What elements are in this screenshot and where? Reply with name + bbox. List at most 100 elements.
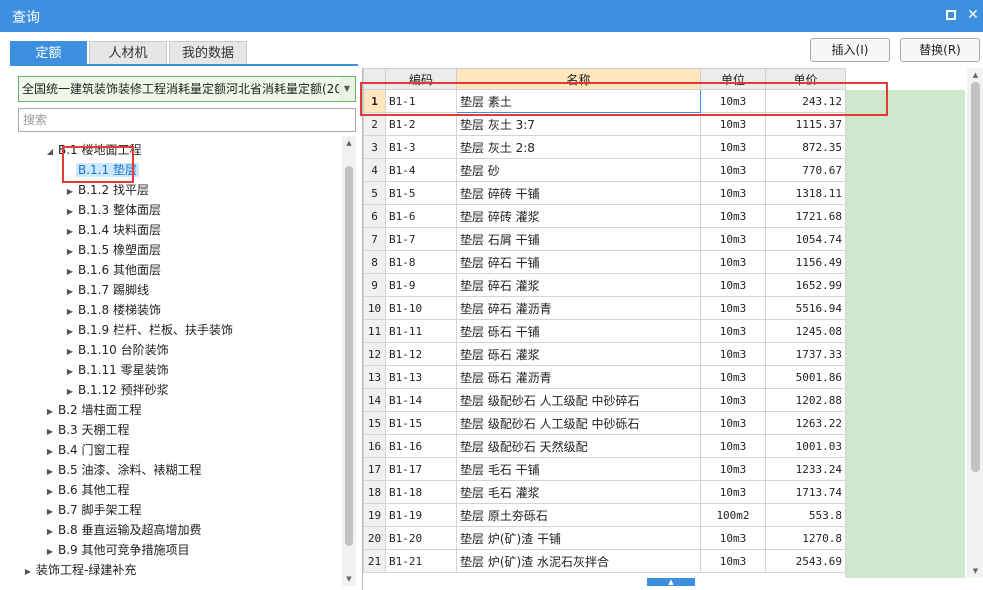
cell-name[interactable]: 垫层 碎砖 干铺 (456, 181, 701, 205)
cell-unit[interactable]: 10m3 (700, 388, 766, 412)
expand-arrow-icon[interactable]: ▶ (64, 342, 76, 362)
cell-code[interactable]: B1-14 (385, 388, 457, 412)
cell-price[interactable]: 872.35 (765, 135, 846, 159)
table-row[interactable]: 8 B1-8 垫层 碎石 干铺 10m3 1156.49 (363, 250, 846, 274)
cell-name[interactable]: 垫层 炉(矿)渣 水泥石灰拌合 (456, 549, 701, 573)
cell-price[interactable]: 1156.49 (765, 250, 846, 274)
tree-node[interactable]: ▶ B.1.3 整体面层 (64, 200, 163, 220)
cell-price[interactable]: 1245.08 (765, 319, 846, 343)
table-row[interactable]: 11 B1-11 垫层 砾石 干铺 10m3 1245.08 (363, 319, 846, 343)
cell-unit[interactable]: 10m3 (700, 296, 766, 320)
cell-code[interactable]: B1-4 (385, 158, 457, 182)
row-number[interactable]: 19 (363, 503, 386, 527)
row-number[interactable]: 9 (363, 273, 386, 297)
table-row[interactable]: 21 B1-21 垫层 炉(矿)渣 水泥石灰拌合 10m3 2543.69 (363, 549, 846, 573)
cell-name[interactable]: 垫层 砾石 灌浆 (456, 342, 701, 366)
tree-scrollbar[interactable]: ▲ ▼ (342, 136, 356, 586)
cell-unit[interactable]: 10m3 (700, 457, 766, 481)
search-input[interactable]: 搜索 (18, 108, 356, 132)
cell-price[interactable]: 1721.68 (765, 204, 846, 228)
cell-name[interactable]: 垫层 碎石 干铺 (456, 250, 701, 274)
row-number[interactable]: 14 (363, 388, 386, 412)
maximize-icon[interactable] (942, 6, 960, 24)
row-number[interactable]: 17 (363, 457, 386, 481)
row-number[interactable]: 21 (363, 549, 386, 573)
cell-code[interactable]: B1-9 (385, 273, 457, 297)
tree-node[interactable]: ▶ B.1.7 踢脚线 (64, 280, 151, 300)
cell-price[interactable]: 5516.94 (765, 296, 846, 320)
cell-price[interactable]: 1713.74 (765, 480, 846, 504)
tree-node[interactable]: ▶ B.1.12 预拌砂浆 (64, 380, 171, 400)
cell-price[interactable]: 1054.74 (765, 227, 846, 251)
tree-node[interactable]: ▶ B.1.8 楼梯装饰 (64, 300, 163, 320)
tab-my-data[interactable]: 我的数据 (169, 41, 247, 65)
expand-arrow-icon[interactable]: ▶ (44, 502, 56, 522)
cell-unit[interactable]: 10m3 (700, 434, 766, 458)
expand-arrow-icon[interactable]: ▶ (64, 202, 76, 222)
table-row[interactable]: 5 B1-5 垫层 碎砖 干铺 10m3 1318.11 (363, 181, 846, 205)
tab-labor-material[interactable]: 人材机 (89, 41, 167, 65)
tab-quota[interactable]: 定额 (10, 41, 87, 65)
tree-node[interactable]: ▶ B.1.5 橡塑面层 (64, 240, 163, 260)
table-row[interactable]: 16 B1-16 垫层 级配砂石 天然级配 10m3 1001.03 (363, 434, 846, 458)
cell-code[interactable]: B1-16 (385, 434, 457, 458)
cell-name[interactable]: 垫层 级配砂石 人工级配 中砂碎石 (456, 388, 701, 412)
cell-name[interactable]: 垫层 砾石 灌沥青 (456, 365, 701, 389)
tree-node[interactable]: ▶ B.1.10 台阶装饰 (64, 340, 171, 360)
expand-arrow-icon[interactable]: ▶ (44, 542, 56, 562)
row-number[interactable]: 12 (363, 342, 386, 366)
expand-arrow-icon[interactable]: ▶ (64, 362, 76, 382)
table-row[interactable]: 9 B1-9 垫层 碎石 灌浆 10m3 1652.99 (363, 273, 846, 297)
row-number[interactable]: 4 (363, 158, 386, 182)
tree-node[interactable]: ▶ B.1.9 栏杆、栏板、扶手装饰 (64, 320, 235, 340)
cell-name[interactable]: 垫层 砂 (456, 158, 701, 182)
expand-panel-icon[interactable]: ▲ (647, 578, 695, 586)
expand-arrow-icon[interactable]: ▶ (44, 522, 56, 542)
row-number[interactable]: 3 (363, 135, 386, 159)
tree-node[interactable]: ▶ B.2 墙柱面工程 (44, 400, 144, 420)
cell-price[interactable]: 1652.99 (765, 273, 846, 297)
cell-code[interactable]: B1-12 (385, 342, 457, 366)
table-row[interactable]: 13 B1-13 垫层 砾石 灌沥青 10m3 5001.86 (363, 365, 846, 389)
cell-unit[interactable]: 10m3 (700, 526, 766, 550)
cell-code[interactable]: B1-11 (385, 319, 457, 343)
cell-unit[interactable]: 10m3 (700, 250, 766, 274)
tree-node[interactable]: ▶ B.4 门窗工程 (44, 440, 132, 460)
replace-button[interactable]: 替换(R) (900, 38, 980, 62)
scroll-down-icon[interactable]: ▼ (342, 572, 356, 586)
table-row[interactable]: 15 B1-15 垫层 级配砂石 人工级配 中砂砾石 10m3 1263.22 (363, 411, 846, 435)
expand-arrow-icon[interactable]: ▶ (44, 442, 56, 462)
cell-name[interactable]: 垫层 原土夯砾石 (456, 503, 701, 527)
cell-price[interactable]: 1263.22 (765, 411, 846, 435)
expand-arrow-icon[interactable]: ▶ (64, 262, 76, 282)
cell-code[interactable]: B1-8 (385, 250, 457, 274)
expand-arrow-icon[interactable]: ▶ (44, 402, 56, 422)
tree-node[interactable]: ▶ B.3 天棚工程 (44, 420, 132, 440)
row-number[interactable]: 13 (363, 365, 386, 389)
cell-code[interactable]: B1-7 (385, 227, 457, 251)
cell-name[interactable]: 垫层 碎石 灌沥青 (456, 296, 701, 320)
library-select[interactable]: 全国统一建筑装饰装修工程消耗量定额河北省消耗量定额(2012) ▼ (18, 76, 356, 102)
table-row[interactable]: 18 B1-18 垫层 毛石 灌浆 10m3 1713.74 (363, 480, 846, 504)
cell-code[interactable]: B1-21 (385, 549, 457, 573)
tree-node[interactable]: ▶ B.1.11 零星装饰 (64, 360, 171, 380)
cell-code[interactable]: B1-6 (385, 204, 457, 228)
table-row[interactable]: 17 B1-17 垫层 毛石 干铺 10m3 1233.24 (363, 457, 846, 481)
expand-arrow-icon[interactable]: ▶ (22, 562, 34, 582)
cell-price[interactable]: 553.8 (765, 503, 846, 527)
cell-code[interactable]: B1-20 (385, 526, 457, 550)
tree-node[interactable]: ▶ 装饰工程-绿建补充 (22, 560, 138, 580)
cell-price[interactable]: 1202.88 (765, 388, 846, 412)
table-row[interactable]: 12 B1-12 垫层 砾石 灌浆 10m3 1737.33 (363, 342, 846, 366)
table-row[interactable]: 14 B1-14 垫层 级配砂石 人工级配 中砂碎石 10m3 1202.88 (363, 388, 846, 412)
cell-code[interactable]: B1-5 (385, 181, 457, 205)
cell-name[interactable]: 垫层 级配砂石 人工级配 中砂砾石 (456, 411, 701, 435)
cell-name[interactable]: 垫层 碎砖 灌浆 (456, 204, 701, 228)
grid-scrollbar[interactable]: ▲ ▼ (967, 68, 983, 578)
cell-price[interactable]: 1318.11 (765, 181, 846, 205)
expand-arrow-icon[interactable]: ▶ (64, 322, 76, 342)
tree-node[interactable]: ▶ B.8 垂直运输及超高增加费 (44, 520, 204, 540)
cell-name[interactable]: 垫层 砾石 干铺 (456, 319, 701, 343)
table-row[interactable]: 20 B1-20 垫层 炉(矿)渣 干铺 10m3 1270.8 (363, 526, 846, 550)
tree-node[interactable]: ▶ B.1.4 块料面层 (64, 220, 163, 240)
